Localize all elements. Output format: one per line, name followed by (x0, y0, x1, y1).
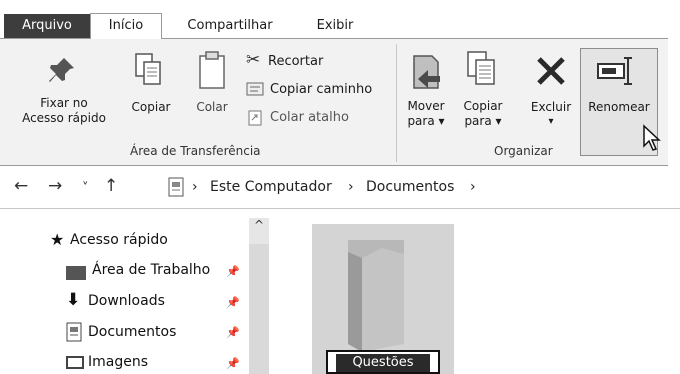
pin-icon: 📌 (226, 357, 240, 370)
copy-to-label-1: Copiar (463, 99, 503, 113)
breadcrumb-this-pc[interactable]: Este Computador (210, 179, 332, 195)
copy-path-icon (246, 82, 264, 96)
document-location-icon (168, 177, 184, 197)
pin-icon (49, 58, 74, 82)
breadcrumb-documents[interactable]: Documentos (366, 179, 454, 195)
recent-locations-button[interactable]: ˅ (82, 181, 89, 196)
group-label-organize: Organizar (494, 144, 553, 158)
nav-label-downloads: Downloads (88, 293, 165, 309)
copy-path-label: Copiar caminho (270, 82, 373, 97)
back-button[interactable]: ← (14, 176, 28, 196)
pin-label-1: Fixar no (40, 96, 88, 110)
delete-x-icon (537, 57, 565, 85)
mouse-cursor-icon (643, 124, 661, 151)
delete-label: Excluir (530, 100, 572, 114)
desktop-icon (66, 266, 86, 280)
copy-label: Copiar (131, 100, 171, 114)
move-to-icon (413, 55, 440, 89)
rename-icon (597, 57, 632, 85)
scissors-icon: ✂ (246, 50, 261, 70)
tab-arquivo[interactable]: Arquivo (4, 14, 90, 38)
pin-icon: 📌 (226, 265, 240, 278)
rename-label: Renomear (588, 100, 650, 114)
forward-button[interactable]: → (48, 176, 62, 196)
pin-icon: 📌 (226, 296, 240, 309)
clipboard-icon (199, 51, 225, 89)
folder-icon (348, 240, 404, 352)
nav-label-quick-access: Acesso rápido (70, 232, 168, 248)
group-label-clipboard: Área de Transferência (130, 144, 261, 158)
pin-icon: 📌 (226, 326, 240, 339)
tab-inicio[interactable]: Início (90, 13, 162, 39)
folder-name-selected-text[interactable]: Questões (336, 354, 430, 372)
paste-label: Colar (196, 100, 228, 114)
cut-label: Recortar (268, 54, 324, 69)
delete-dropdown-arrow[interactable]: ▾ (526, 114, 576, 129)
nav-label-documents: Documentos (88, 324, 177, 340)
move-to-label-1: Mover (407, 99, 445, 113)
up-button[interactable]: ↑ (104, 176, 118, 196)
tab-exibir[interactable]: Exibir (300, 14, 370, 38)
nav-label-desktop: Área de Trabalho (92, 262, 211, 278)
breadcrumb-separator: › (348, 179, 354, 195)
quick-access-star-icon: ★ (50, 230, 65, 249)
breadcrumb-separator[interactable]: › (470, 179, 476, 195)
copy-icon (135, 53, 161, 85)
images-icon (66, 356, 84, 369)
copy-to-label-2: para ▾ (464, 114, 502, 128)
pin-label-2: Acesso rápido (22, 111, 106, 125)
tab-compartilhar[interactable]: Compartilhar (170, 14, 290, 38)
nav-label-images: Imagens (88, 354, 149, 370)
ribbon-separator (396, 44, 397, 162)
move-to-label-2: para ▾ (407, 114, 445, 128)
scroll-up-arrow[interactable]: ^ (254, 218, 264, 232)
breadcrumb-separator: › (192, 179, 198, 195)
documents-icon (66, 322, 82, 342)
paste-shortcut-label: Colar atalho (270, 110, 349, 125)
copy-to-icon (467, 51, 495, 85)
paste-shortcut-icon (248, 110, 262, 126)
nav-scrollbar-thumb[interactable] (249, 244, 269, 374)
download-arrow-icon: ⬇ (66, 290, 81, 310)
